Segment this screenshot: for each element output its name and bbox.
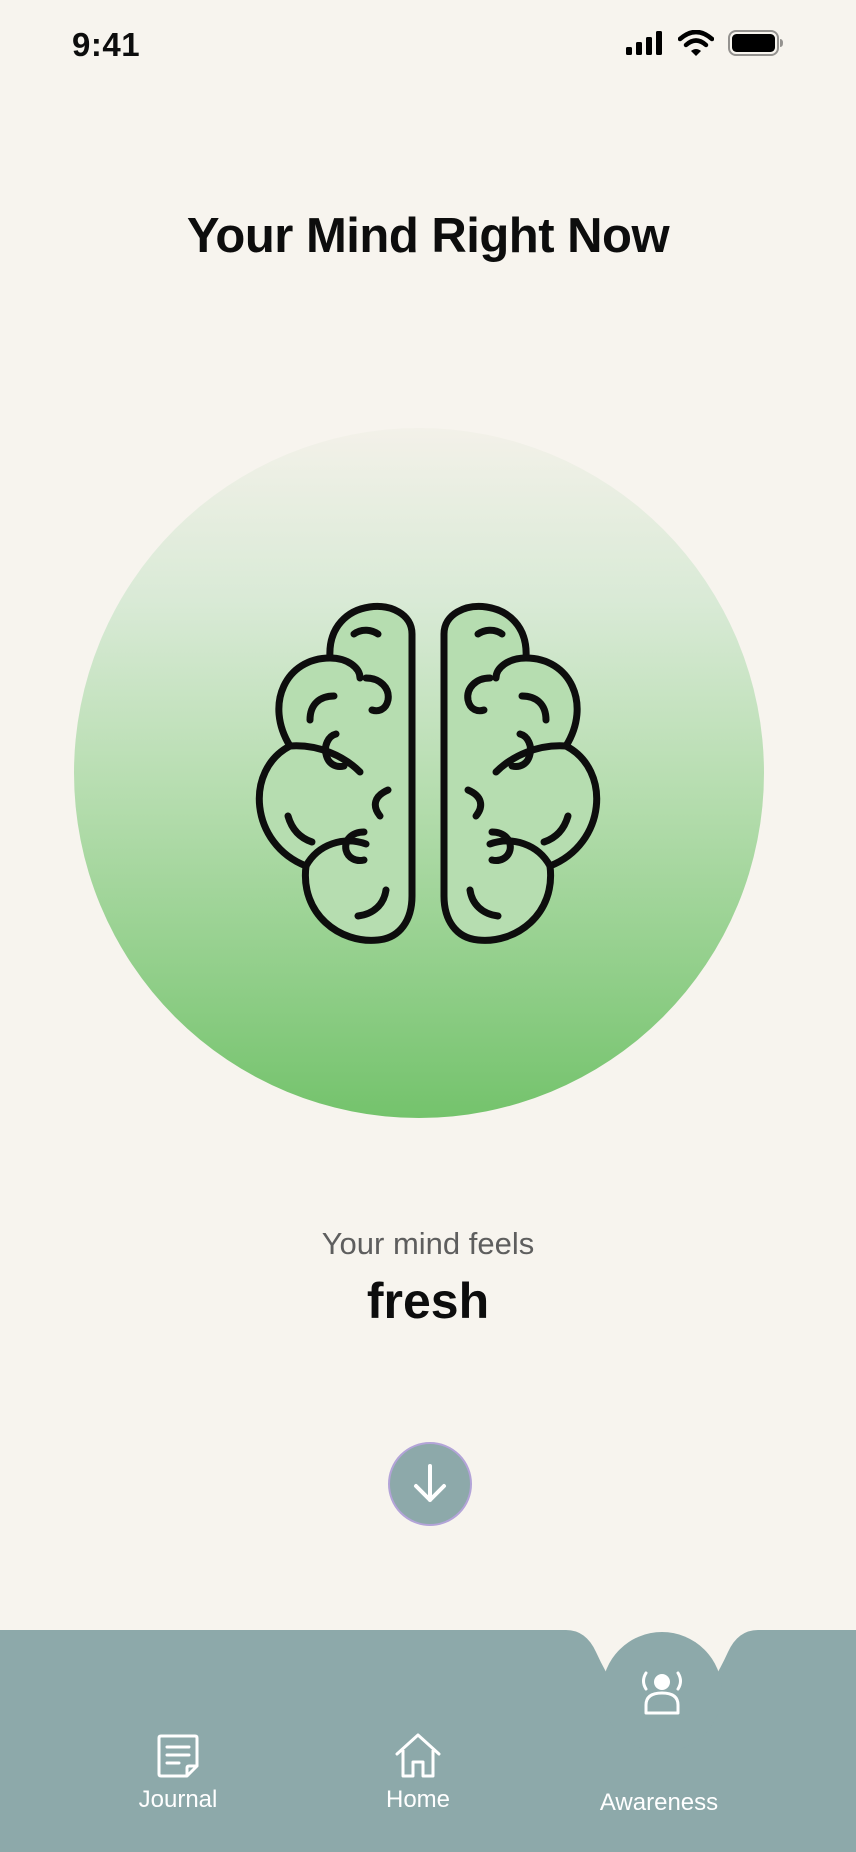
status-icons (626, 30, 784, 56)
brain-icon (255, 603, 601, 944)
home-icon (395, 1733, 441, 1778)
scroll-down-button[interactable] (388, 1442, 472, 1526)
mind-feels-value: fresh (366, 1273, 490, 1329)
status-bar: 9:41 (0, 0, 856, 90)
tab-journal[interactable]: Journal (78, 1732, 278, 1814)
awareness-icon (642, 1671, 682, 1715)
mind-feels-label: Your mind feels (321, 1226, 535, 1261)
journal-icon (157, 1734, 199, 1778)
wifi-icon (678, 30, 714, 56)
arrow-down-icon (414, 1464, 446, 1502)
tab-home-label: Home (385, 1786, 451, 1813)
tab-awareness-label: Awareness (599, 1789, 719, 1816)
tab-journal-label: Journal (138, 1786, 218, 1813)
status-time: 9:41 (72, 26, 141, 63)
page-title: Your Mind Right Now (186, 209, 670, 263)
cellular-signal-icon (626, 31, 662, 55)
battery-icon (728, 30, 783, 56)
tab-bar: Journal Home (0, 1630, 856, 1852)
tab-awareness[interactable] (602, 1632, 722, 1752)
tab-home[interactable]: Home (318, 1732, 518, 1814)
